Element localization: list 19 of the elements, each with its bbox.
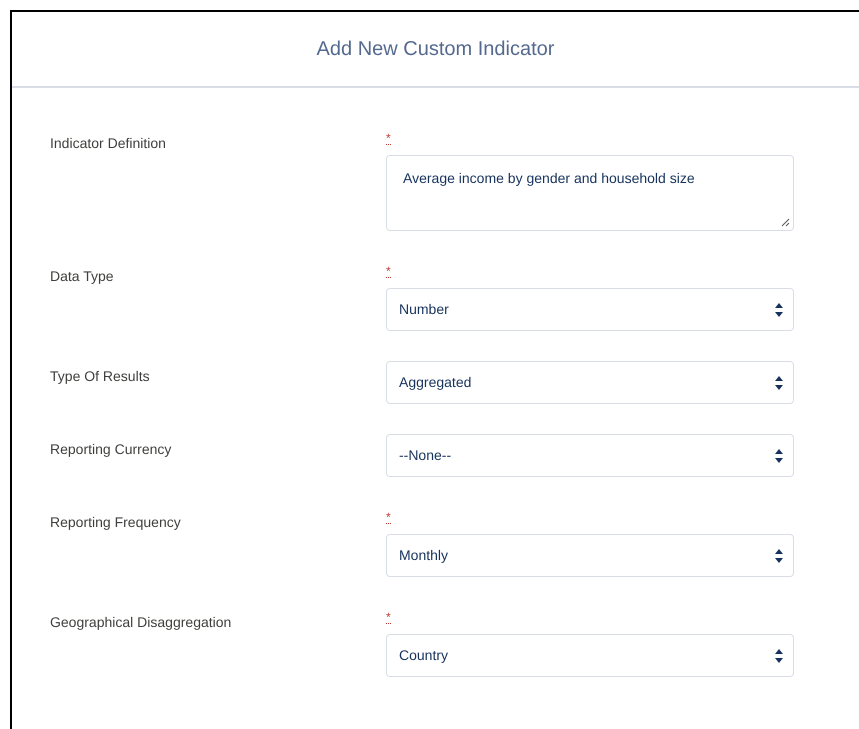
field-label: Geographical Disaggregation xyxy=(50,614,232,630)
field-label: Indicator Definition xyxy=(50,135,166,151)
sort-arrows-icon xyxy=(775,648,783,662)
select-field[interactable]: --None-- xyxy=(386,434,794,477)
definition-textarea[interactable]: Average income by gender and household size xyxy=(386,155,794,231)
field-label: Reporting Currency xyxy=(50,441,172,457)
field-label: Data Type xyxy=(50,268,114,284)
select-field[interactable]: Aggregated xyxy=(386,361,794,404)
select-field[interactable]: Country xyxy=(386,634,794,677)
dialog-title: Add New Custom Indicator xyxy=(316,37,554,62)
sort-arrows-icon xyxy=(775,302,783,316)
resize-handle-icon[interactable] xyxy=(781,218,790,227)
sort-arrows-icon xyxy=(775,376,783,390)
select-field[interactable]: Number xyxy=(386,288,794,331)
field-label: Reporting Frequency xyxy=(50,514,181,530)
sort-arrows-icon xyxy=(775,448,783,462)
sort-arrows-icon xyxy=(775,548,783,562)
field-label: Type Of Results xyxy=(50,368,150,384)
select-field[interactable]: Monthly xyxy=(386,534,794,577)
